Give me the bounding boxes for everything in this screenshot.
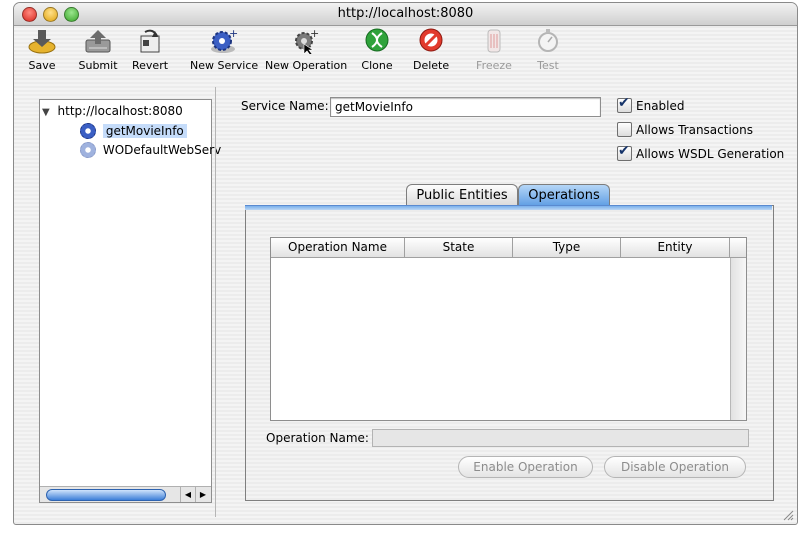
column-header-operation-name[interactable]: Operation Name: [271, 238, 405, 258]
column-header-label: State: [442, 240, 475, 254]
toolbar-submit[interactable]: Submit: [76, 28, 120, 72]
enabled-label: Enabled: [636, 99, 685, 113]
toolbar-new-service[interactable]: + New Service: [190, 27, 259, 72]
service-name-input[interactable]: getMovieInfo: [330, 97, 601, 117]
tree-item-label: getMovieInfo: [102, 123, 187, 138]
test-icon: [533, 28, 563, 54]
app-window: http://localhost:8080 Save Submit Revert…: [13, 2, 798, 525]
scroll-left-arrow[interactable]: ◀: [180, 487, 195, 502]
disable-operation-button[interactable]: Disable Operation: [604, 456, 746, 478]
title-bar: http://localhost:8080: [14, 3, 797, 26]
allows-wsdl-checkbox[interactable]: [617, 143, 632, 161]
allows-wsdl-label: Allows WSDL Generation: [636, 147, 785, 161]
toolbar-label: New Operation: [265, 59, 348, 72]
disclosure-triangle-icon[interactable]: ▼: [42, 107, 50, 118]
toolbar-new-operation[interactable]: + New Operation: [265, 27, 348, 72]
column-header-label: Type: [552, 240, 581, 254]
tab-public-entities[interactable]: Public Entities: [406, 184, 518, 207]
toolbar-label: Revert: [132, 59, 169, 72]
split-divider[interactable]: [215, 87, 216, 517]
button-label: Disable Operation: [620, 460, 730, 474]
column-header-corner: [730, 238, 746, 258]
tab-label: Public Entities: [416, 188, 508, 203]
column-header-state[interactable]: State: [405, 238, 513, 258]
toolbar-label: Test: [537, 59, 559, 72]
save-icon: [27, 28, 57, 54]
submit-icon: [83, 28, 113, 54]
allows-transactions-label: Allows Transactions: [636, 123, 753, 137]
toolbar-delete[interactable]: Delete: [413, 28, 449, 72]
operations-table[interactable]: Operation Name State Type Entity: [270, 237, 747, 421]
column-header-type[interactable]: Type: [513, 238, 621, 258]
column-header-entity[interactable]: Entity: [621, 238, 730, 258]
enabled-checkbox[interactable]: [617, 95, 632, 113]
toolbar-label: Clone: [361, 59, 393, 72]
revert-icon: [135, 28, 165, 54]
button-label: Enable Operation: [473, 460, 578, 474]
toolbar: Save Submit Revert + New Service + New O…: [14, 26, 797, 76]
toolbar-save[interactable]: Save: [27, 28, 57, 72]
new-service-icon: +: [208, 27, 238, 54]
toolbar-clone[interactable]: Clone: [360, 28, 394, 72]
service-icon: [80, 123, 96, 139]
toolbar-freeze[interactable]: Freeze: [474, 28, 514, 72]
clone-icon: [362, 28, 392, 54]
scroll-right-arrow[interactable]: ▶: [195, 487, 210, 502]
tree-root[interactable]: ▼ http://localhost:8080: [42, 104, 183, 118]
toolbar-label: Submit: [78, 59, 118, 72]
enable-operation-button[interactable]: Enable Operation: [458, 456, 593, 478]
scrollbar-thumb[interactable]: [46, 489, 166, 501]
vertical-scrollbar[interactable]: [730, 258, 746, 420]
resize-grip-icon[interactable]: [782, 509, 794, 521]
service-tree[interactable]: ▼ http://localhost:8080 getMovieInfo WOD…: [39, 99, 221, 503]
operation-name-label: Operation Name:: [266, 431, 369, 445]
toolbar-label: Delete: [413, 59, 450, 72]
window-title: http://localhost:8080: [337, 6, 474, 21]
allows-transactions-checkbox[interactable]: [617, 122, 632, 137]
service-icon: [80, 142, 96, 158]
service-name-label: Service Name:: [241, 99, 329, 113]
operation-name-input: [372, 429, 749, 447]
toolbar-label: New Service: [190, 59, 259, 72]
tree-item-label: WODefaultWebServ: [102, 142, 222, 157]
toolbar-label: Save: [28, 59, 56, 72]
tree-root-label: http://localhost:8080: [57, 104, 183, 118]
svg-text:+: +: [310, 28, 319, 40]
column-header-label: Operation Name: [288, 240, 387, 254]
tree-item-getmovieinfo[interactable]: getMovieInfo: [80, 123, 187, 139]
svg-text:+: +: [229, 28, 238, 40]
delete-icon: [416, 28, 446, 54]
column-header-label: Entity: [657, 240, 693, 254]
toolbar-test[interactable]: Test: [532, 28, 564, 72]
tab-operations[interactable]: Operations: [518, 184, 610, 207]
horizontal-scrollbar[interactable]: ◀ ▶: [40, 486, 211, 502]
service-name-value: getMovieInfo: [335, 100, 413, 114]
new-operation-icon: +: [290, 27, 320, 56]
toolbar-label: Freeze: [476, 59, 512, 72]
freeze-icon: [479, 28, 509, 54]
toolbar-revert[interactable]: Revert: [132, 28, 168, 72]
tab-label: Operations: [528, 188, 600, 203]
tree-item-wodefaultwebserv[interactable]: WODefaultWebServ: [80, 142, 221, 158]
tab-panel-accent: [245, 205, 772, 210]
